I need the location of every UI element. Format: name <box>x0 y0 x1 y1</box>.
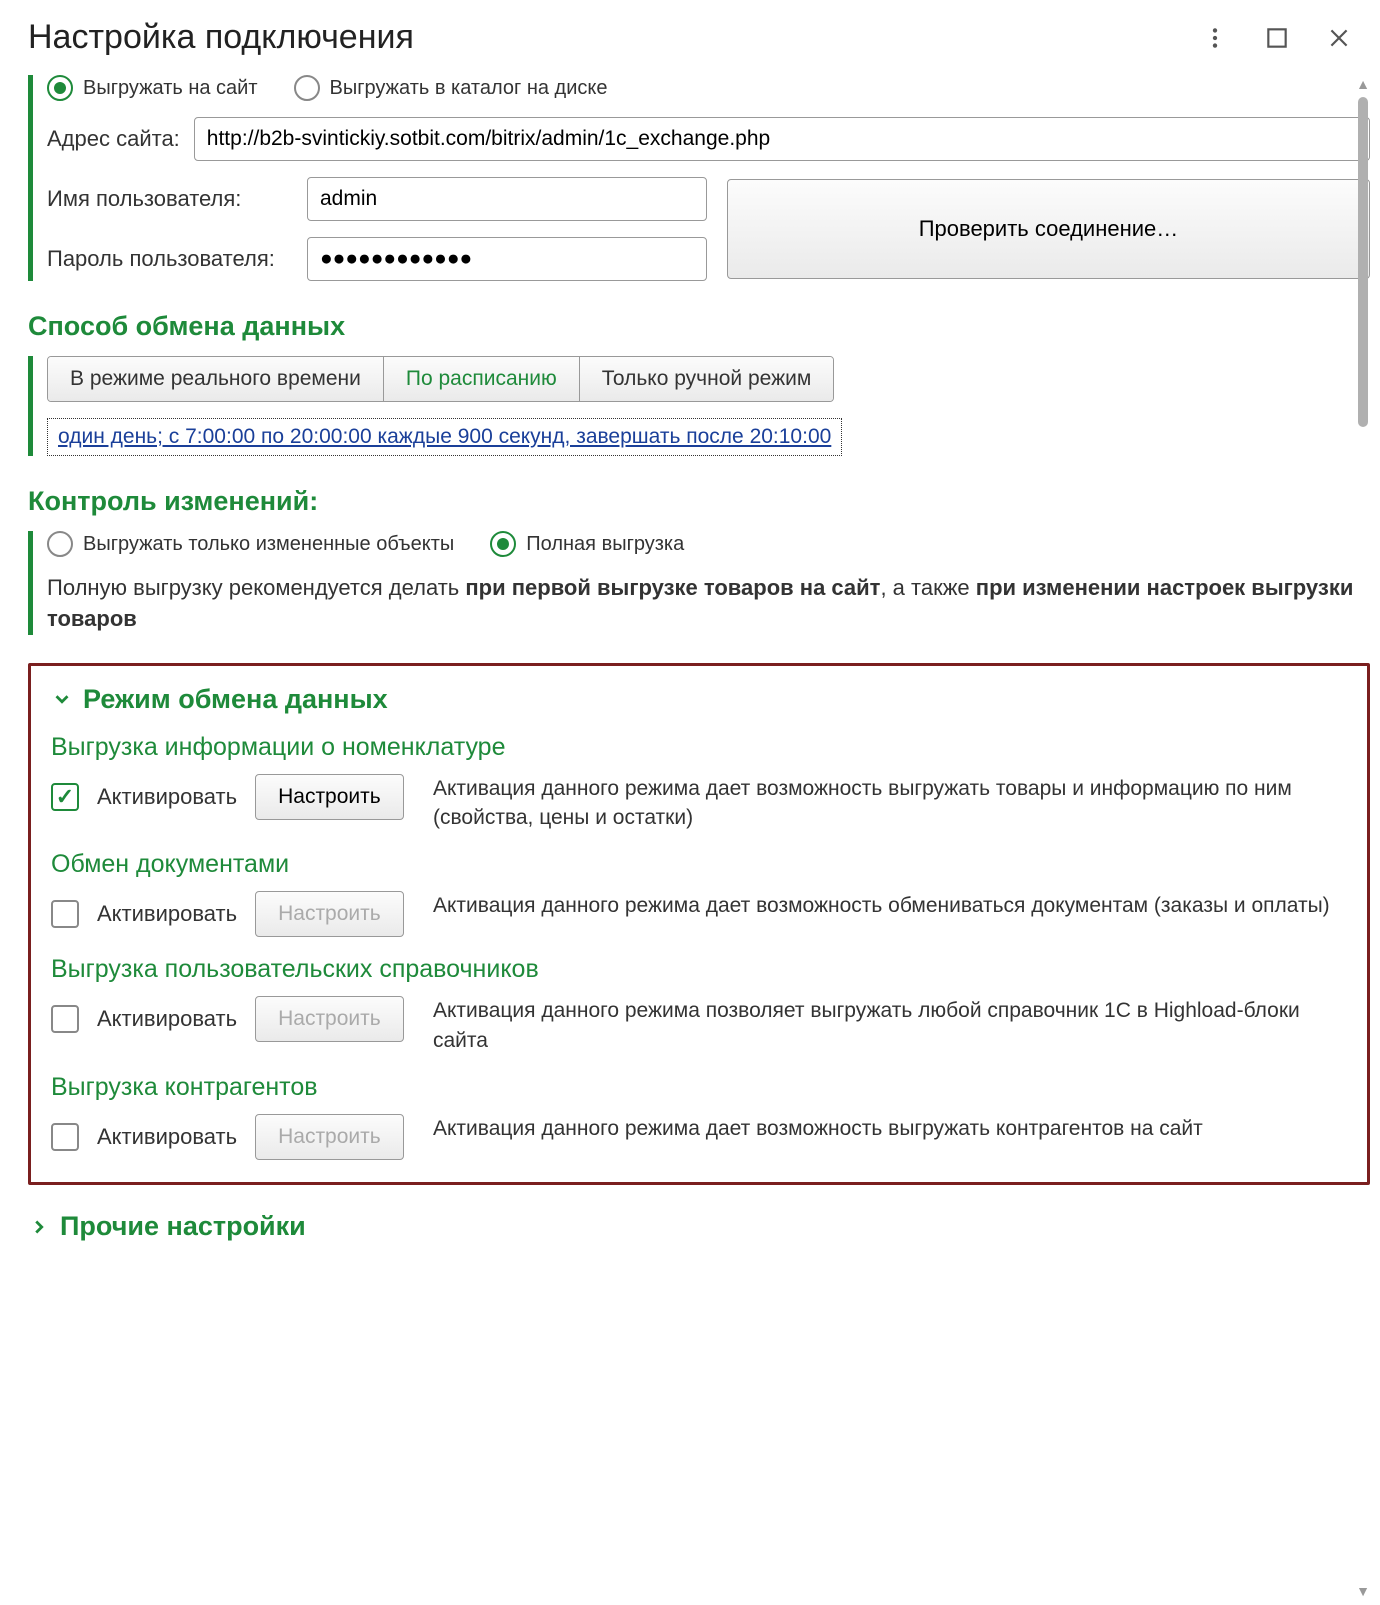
maximize-icon[interactable] <box>1264 25 1290 51</box>
other-settings-header[interactable]: Прочие настройки <box>28 1211 1370 1242</box>
radio-label: Выгружать на сайт <box>83 77 258 100</box>
radio-upload-to-site[interactable]: Выгружать на сайт <box>47 75 258 101</box>
mode-title-2: Выгрузка пользовательских справочников <box>51 955 1347 984</box>
radio-only-changed[interactable]: Выгружать только измененные объекты <box>47 531 454 557</box>
mode-checkbox-1[interactable] <box>51 900 79 928</box>
close-icon[interactable] <box>1326 25 1352 51</box>
toggle-realtime[interactable]: В режиме реального времени <box>48 357 384 401</box>
change-control-note: Полную выгрузку рекомендуется делать при… <box>47 573 1370 635</box>
mode-title-3: Выгрузка контрагентов <box>51 1073 1347 1102</box>
radio-label: Выгружать в каталог на диске <box>330 77 608 100</box>
mode-checkbox-2[interactable] <box>51 1005 79 1033</box>
exchange-method-toggle: В режиме реального времени По расписанию… <box>47 356 834 402</box>
password-label: Пароль пользователя: <box>47 246 287 272</box>
mode-desc-2: Активация данного режима позволяет выгру… <box>433 996 1347 1055</box>
scroll-up-icon[interactable]: ▲ <box>1356 75 1370 93</box>
scroll-thumb[interactable] <box>1358 97 1368 427</box>
mode-desc-1: Активация данного режима дает возможност… <box>433 891 1347 920</box>
change-control-title: Контроль изменений: <box>28 486 1370 517</box>
mode-checkbox-3[interactable] <box>51 1123 79 1151</box>
radio-icon <box>47 531 73 557</box>
password-input[interactable] <box>307 237 707 281</box>
mode-row-1: Активировать Настроить Активация данного… <box>51 891 1347 937</box>
toggle-scheduled[interactable]: По расписанию <box>384 357 580 401</box>
exchange-modes-box: Режим обмена данных Выгрузка информации … <box>28 663 1370 1186</box>
radio-label: Выгружать только измененные объекты <box>83 533 454 556</box>
window-title: Настройка подключения <box>28 18 414 57</box>
mode-desc-0: Активация данного режима дает возможност… <box>433 774 1347 833</box>
exchange-method-title: Способ обмена данных <box>28 311 1370 342</box>
toggle-manual[interactable]: Только ручной режим <box>580 357 834 401</box>
radio-icon <box>47 75 73 101</box>
mode-row-2: Активировать Настроить Активация данного… <box>51 996 1347 1055</box>
mode-activate-label[interactable]: Активировать <box>97 1124 237 1150</box>
mode-activate-label[interactable]: Активировать <box>97 1006 237 1032</box>
site-url-input[interactable] <box>194 117 1370 161</box>
username-label: Имя пользователя: <box>47 186 287 212</box>
mode-row-3: Активировать Настроить Активация данного… <box>51 1114 1347 1160</box>
schedule-box[interactable]: один день; с 7:00:00 по 20:00:00 каждые … <box>47 418 842 456</box>
site-url-label: Адрес сайта: <box>47 126 180 152</box>
titlebar-actions <box>1202 25 1352 51</box>
other-settings-title: Прочие настройки <box>60 1211 306 1242</box>
exchange-modes-header[interactable]: Режим обмена данных <box>51 684 1347 715</box>
username-input[interactable] <box>307 177 707 221</box>
scroll-down-icon[interactable]: ▼ <box>1356 1582 1370 1600</box>
mode-title-0: Выгрузка информации о номенклатуре <box>51 733 1347 762</box>
mode-activate-label[interactable]: Активировать <box>97 901 237 927</box>
radio-upload-to-disk[interactable]: Выгружать в каталог на диске <box>294 75 608 101</box>
connection-section: Выгружать на сайт Выгружать в каталог на… <box>28 75 1370 281</box>
mode-title-1: Обмен документами <box>51 850 1347 879</box>
kebab-menu-icon[interactable] <box>1202 25 1228 51</box>
mode-configure-button-2: Настроить <box>255 996 404 1042</box>
exchange-modes-title: Режим обмена данных <box>83 684 388 715</box>
chevron-down-icon <box>51 688 73 710</box>
radio-icon <box>490 531 516 557</box>
test-connection-button[interactable]: Проверить соединение… <box>727 179 1370 279</box>
mode-configure-button-1: Настроить <box>255 891 404 937</box>
radio-label: Полная выгрузка <box>526 533 684 556</box>
mode-activate-label[interactable]: Активировать <box>97 784 237 810</box>
scrollbar[interactable]: ▲ ▼ <box>1356 75 1370 1600</box>
mode-configure-button-3: Настроить <box>255 1114 404 1160</box>
chevron-right-icon <box>28 1216 50 1238</box>
mode-desc-3: Активация данного режима дает возможност… <box>433 1114 1347 1143</box>
mode-configure-button-0[interactable]: Настроить <box>255 774 404 820</box>
exchange-method-section: В режиме реального времени По расписанию… <box>28 356 1370 456</box>
mode-checkbox-0[interactable] <box>51 783 79 811</box>
mode-row-0: Активировать Настроить Активация данного… <box>51 774 1347 833</box>
radio-full-upload[interactable]: Полная выгрузка <box>490 531 684 557</box>
schedule-link-text: один день; с 7:00:00 по 20:00:00 каждые … <box>58 425 831 448</box>
radio-icon <box>294 75 320 101</box>
change-control-section: Выгружать только измененные объекты Полн… <box>28 531 1370 635</box>
